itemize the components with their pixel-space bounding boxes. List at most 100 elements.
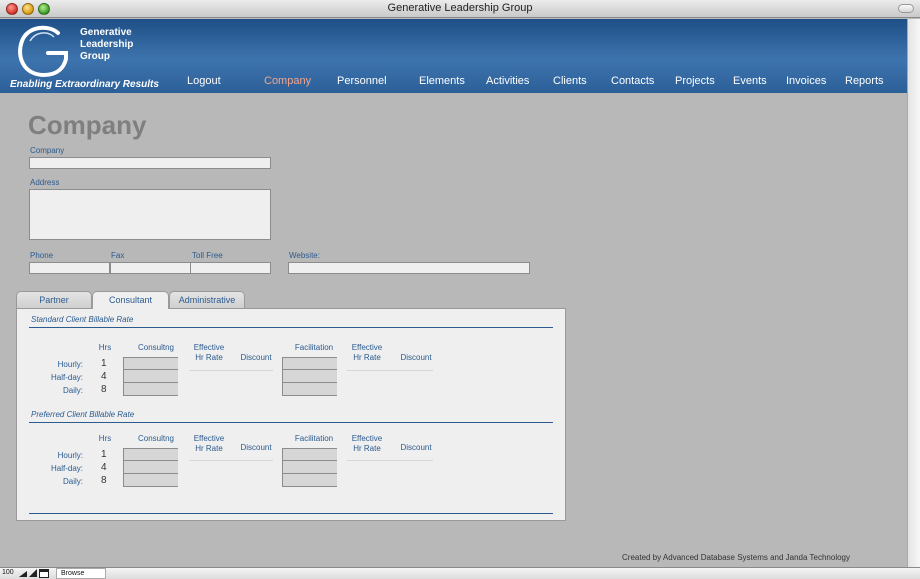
- column-divider: [347, 370, 433, 371]
- website-field[interactable]: [288, 262, 530, 274]
- mode-indicator[interactable]: Browse: [56, 568, 106, 579]
- tollfree-label: Toll Free: [192, 251, 223, 260]
- nav-clients[interactable]: Clients: [553, 75, 587, 87]
- column-divider: [189, 460, 273, 461]
- facilitation-rate-hourly-field[interactable]: [282, 357, 337, 370]
- header-line: Effective: [193, 434, 225, 443]
- nav-elements[interactable]: Elements: [419, 75, 465, 87]
- nav-personnel[interactable]: Personnel: [337, 75, 387, 87]
- tollfree-field[interactable]: [190, 262, 271, 274]
- toolbar-toggle-button[interactable]: [898, 4, 914, 13]
- section-title: Preferred Client Billable Rate: [31, 410, 135, 419]
- column-header-effective: Effective Hr Rate: [183, 343, 235, 363]
- company-field[interactable]: [29, 157, 271, 169]
- fax-label: Fax: [111, 251, 125, 260]
- consulting-rate-half-day-field[interactable]: [123, 461, 178, 474]
- header-line: Hr Rate: [195, 444, 223, 453]
- facilitation-rate-half-day-field[interactable]: [282, 461, 337, 474]
- consulting-rate-hourly-field[interactable]: [123, 357, 178, 370]
- section-divider: [29, 327, 553, 328]
- row-label-hourly: Hourly:: [57, 360, 83, 369]
- logo-line: Generative: [80, 27, 132, 38]
- website-label: Website:: [289, 251, 320, 260]
- status-bar: 100 Browse: [0, 567, 920, 579]
- header-line: Effective: [351, 343, 383, 352]
- status-area-toggle-icon[interactable]: [39, 569, 49, 578]
- tab-consultant[interactable]: Consultant: [92, 291, 169, 309]
- vertical-scrollbar[interactable]: [907, 19, 920, 567]
- nav-reports[interactable]: Reports: [845, 75, 884, 87]
- consulting-rate-daily-field[interactable]: [123, 383, 178, 396]
- page-title: Company: [28, 110, 147, 140]
- column-header-hrs: Hrs: [98, 343, 112, 352]
- nav-events[interactable]: Events: [733, 75, 767, 87]
- phone-label: Phone: [30, 251, 54, 260]
- nav-invoices[interactable]: Invoices: [786, 75, 826, 87]
- row-label-daily: Daily:: [62, 386, 83, 395]
- facilitation-rate-half-day-field[interactable]: [282, 370, 337, 383]
- hrs-value: 4: [101, 462, 107, 473]
- column-header-consulting: Consultng: [137, 434, 175, 443]
- column-divider: [189, 370, 273, 371]
- logo-icon: [18, 25, 68, 78]
- column-header-effective: Effective Hr Rate: [341, 343, 393, 363]
- nav-company[interactable]: Company: [264, 75, 311, 87]
- header-line: Hr Rate: [353, 444, 381, 453]
- section-divider: [29, 513, 553, 514]
- section-title: Standard Client Billable Rate: [31, 315, 134, 324]
- hrs-value: 8: [101, 475, 107, 486]
- row-label-hourly: Hourly:: [57, 451, 83, 460]
- section-divider: [29, 422, 553, 423]
- header-banner: Generative Leadership Group Enabling Ext…: [0, 19, 907, 93]
- nav-contacts[interactable]: Contacts: [611, 75, 654, 87]
- nav-projects[interactable]: Projects: [675, 75, 715, 87]
- row-label-daily: Daily:: [62, 477, 83, 486]
- column-header-discount: Discount: [400, 443, 432, 452]
- nav-activities[interactable]: Activities: [486, 75, 529, 87]
- consulting-rate-daily-field[interactable]: [123, 474, 178, 487]
- zoom-level[interactable]: 100: [2, 569, 14, 576]
- nav-logout[interactable]: Logout: [187, 75, 221, 87]
- address-label: Address: [30, 178, 60, 187]
- column-header-facilitation: Facilitation: [294, 343, 334, 352]
- address-field[interactable]: [29, 189, 271, 240]
- header-line: Hr Rate: [353, 353, 381, 362]
- header-line: Effective: [351, 434, 383, 443]
- logo-line: Group: [80, 51, 110, 62]
- column-header-effective: Effective Hr Rate: [183, 434, 235, 454]
- consulting-rate-half-day-field[interactable]: [123, 370, 178, 383]
- zoom-out-icon[interactable]: [18, 569, 28, 578]
- column-header-consulting: Consultng: [137, 343, 175, 352]
- title-bar[interactable]: Generative Leadership Group: [0, 0, 920, 18]
- column-header-hrs: Hrs: [98, 434, 112, 443]
- facilitation-rate-hourly-field[interactable]: [282, 448, 337, 461]
- tagline: Enabling Extraordinary Results: [10, 79, 159, 90]
- facilitation-rate-daily-field[interactable]: [282, 474, 337, 487]
- row-label-half-day: Half-day:: [50, 464, 83, 473]
- consulting-rate-hourly-field[interactable]: [123, 448, 178, 461]
- window-title: Generative Leadership Group: [387, 2, 533, 14]
- hrs-value: 1: [101, 358, 107, 369]
- column-header-facilitation: Facilitation: [294, 434, 334, 443]
- column-header-discount: Discount: [400, 353, 432, 362]
- column-header-discount: Discount: [240, 443, 272, 452]
- row-label-half-day: Half-day:: [50, 373, 83, 382]
- tab-partner[interactable]: Partner: [16, 291, 92, 308]
- fax-field[interactable]: [110, 262, 191, 274]
- logo-wordmark: Generative Leadership Group: [80, 27, 133, 63]
- footer-credit: Created by Advanced Database Systems and…: [622, 553, 850, 562]
- tab-panel: Standard Client Billable Rate Hrs Consul…: [16, 308, 566, 521]
- zoom-in-icon[interactable]: [28, 569, 38, 578]
- column-header-effective: Effective Hr Rate: [341, 434, 393, 454]
- tab-administrative[interactable]: Administrative: [169, 291, 245, 308]
- hrs-value: 4: [101, 371, 107, 382]
- header-line: Hr Rate: [195, 353, 223, 362]
- header-line: Effective: [193, 343, 225, 352]
- column-divider: [347, 460, 433, 461]
- logo-line: Leadership: [80, 39, 134, 50]
- column-header-discount: Discount: [240, 353, 272, 362]
- app-window: Generative Leadership Group Generative L…: [0, 0, 920, 579]
- company-label: Company: [30, 146, 65, 155]
- facilitation-rate-daily-field[interactable]: [282, 383, 337, 396]
- phone-field[interactable]: [29, 262, 110, 274]
